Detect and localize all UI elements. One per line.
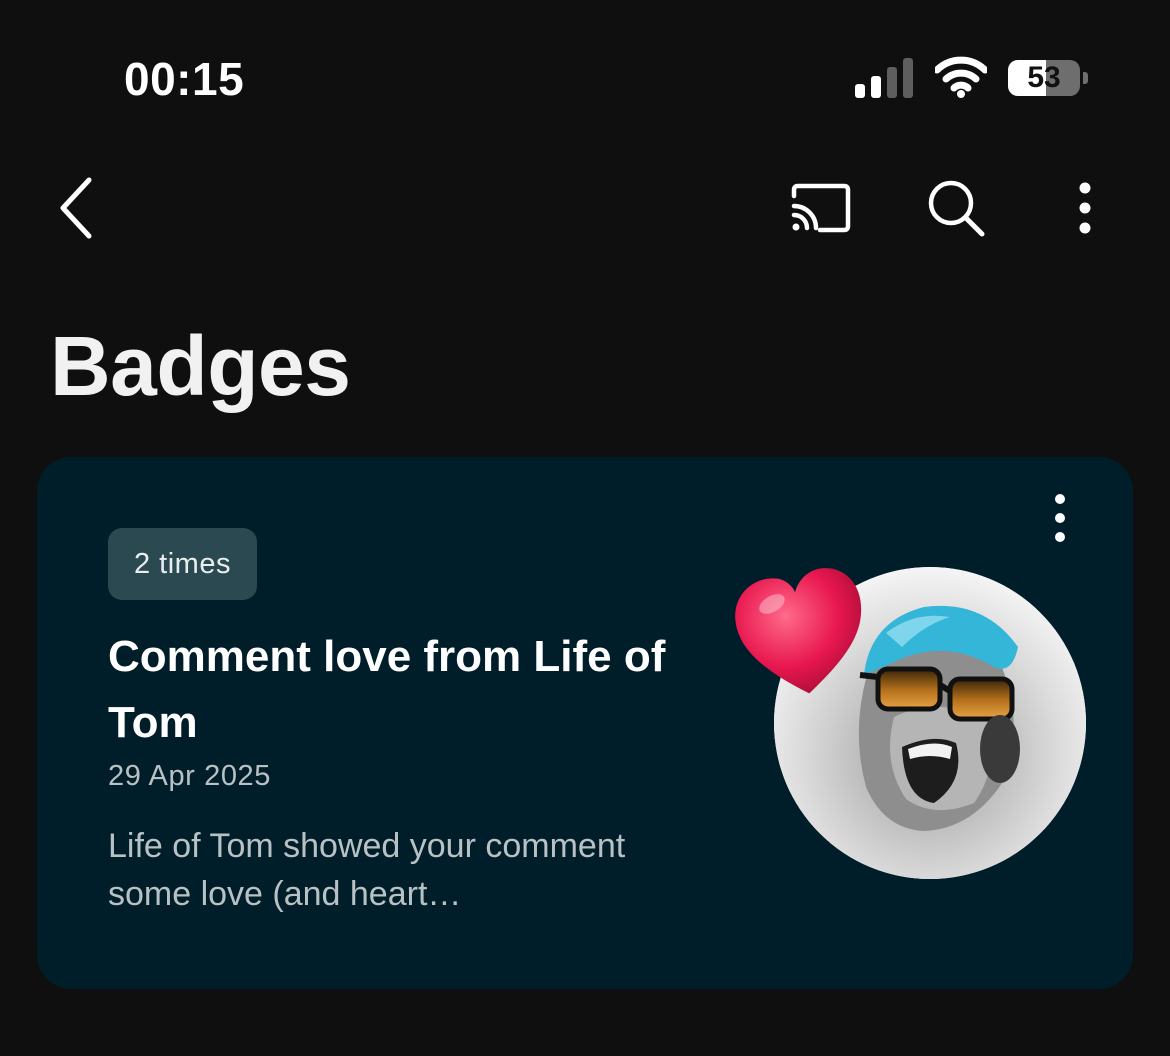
back-button[interactable]: [40, 168, 110, 248]
search-icon: [928, 180, 985, 237]
back-icon: [60, 177, 92, 239]
more-vert-icon: [1055, 494, 1065, 542]
search-button[interactable]: [916, 170, 996, 246]
badge-card-more-button[interactable]: [1030, 488, 1090, 548]
more-vert-icon: [1079, 182, 1091, 234]
cast-button[interactable]: [780, 170, 860, 246]
status-time: 00:15: [124, 53, 245, 105]
cast-icon: [791, 183, 851, 233]
heart-icon: [735, 568, 862, 694]
wifi-icon: [935, 56, 987, 98]
badge-count-chip: 2 times: [108, 528, 257, 600]
battery-tip: [1083, 72, 1088, 84]
badge-description: Life of Tom showed your comment some lov…: [108, 827, 626, 913]
battery-level: 53: [1027, 61, 1061, 94]
badge-title: Comment love from Life of Tom: [108, 632, 666, 747]
badge-date: 29 Apr 2025: [108, 760, 272, 792]
more-options-button[interactable]: [1050, 170, 1120, 246]
battery-icon: 53: [1008, 60, 1080, 96]
page-title: Badges: [50, 319, 351, 413]
cellular-signal-icon: [855, 58, 913, 98]
